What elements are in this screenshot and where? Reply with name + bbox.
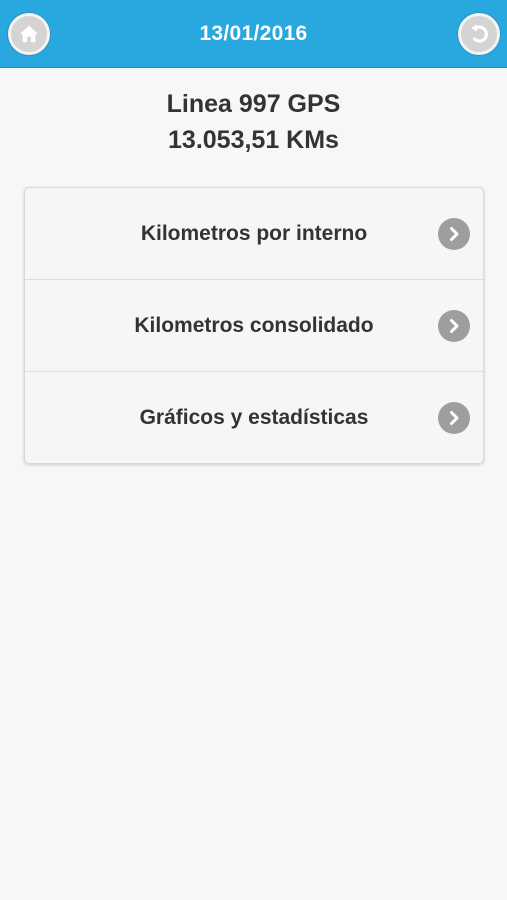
header-date-title: 13/01/2016 [199,22,308,45]
menu-item-label: Gráficos y estadísticas [139,405,369,429]
home-button[interactable] [8,13,50,55]
chevron-right-icon [438,401,470,434]
menu-item-kilometros-consolidado[interactable]: Kilometros consolidado [25,280,483,372]
menu-item-graficos-y-estadisticas[interactable]: Gráficos y estadísticas [25,372,483,463]
menu-item-label: Kilometros por interno [140,221,368,245]
options-menu: Kilometros por interno Kilometros consol… [24,187,484,464]
chevron-right-icon [438,217,470,250]
menu-item-label: Kilometros consolidado [134,313,374,337]
undo-back-icon [467,22,491,46]
chevron-right-icon [438,309,470,342]
back-button[interactable] [458,13,500,55]
line-summary: Linea 997 GPS 13.053,51 KMs [0,86,507,158]
home-icon [18,23,40,45]
total-kilometers: 13.053,51 KMs [168,126,339,154]
header-bar: 13/01/2016 [0,0,507,68]
line-name: Linea 997 GPS [166,90,341,118]
menu-item-kilometros-por-interno[interactable]: Kilometros por interno [25,188,483,280]
